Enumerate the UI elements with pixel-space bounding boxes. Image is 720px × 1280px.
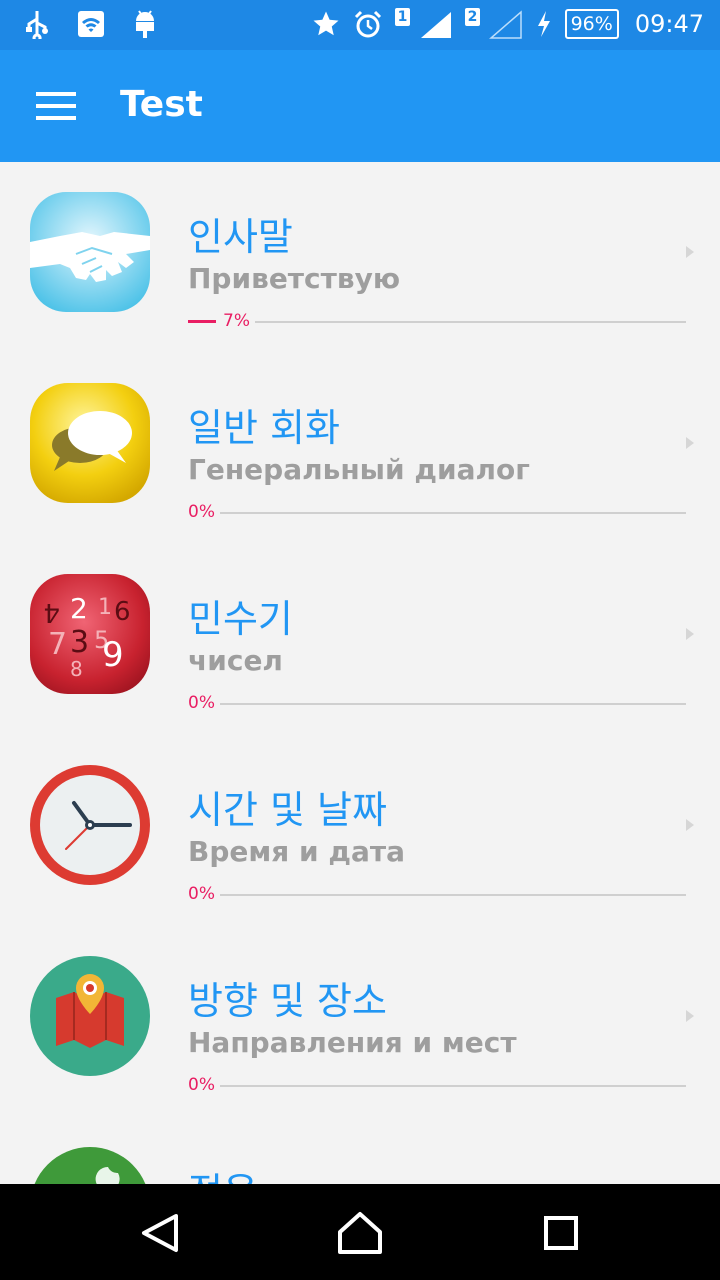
svg-text:8: 8	[70, 657, 83, 681]
list-item[interactable]: 4 2 1 6 7 3 5 9 8 민수기 чисел 0%	[0, 544, 720, 735]
recents-icon[interactable]	[530, 1208, 590, 1258]
svg-text:6: 6	[114, 597, 131, 627]
page-title: Test	[120, 84, 203, 125]
numbers-icon: 4 2 1 6 7 3 5 9 8	[30, 574, 150, 694]
svg-text:9: 9	[102, 635, 124, 675]
sim2-label: 2	[464, 8, 481, 26]
clock-icon	[30, 765, 150, 885]
chat-bubbles-icon	[30, 383, 150, 503]
home-icon[interactable]	[330, 1208, 390, 1258]
lesson-subtitle: Приветствую	[188, 262, 401, 295]
svg-text:2: 2	[70, 592, 88, 625]
svg-text:4: 4	[43, 597, 60, 627]
progress-track	[255, 321, 686, 323]
lesson-title: 정윤	[188, 1161, 258, 1184]
status-left-icons	[22, 8, 160, 40]
list-item[interactable]: 정윤	[0, 1117, 720, 1184]
charging-icon	[535, 8, 553, 40]
sim1-label: 1	[394, 8, 411, 26]
list-item[interactable]: 방향 및 장소 Направления и мест 0%	[0, 926, 720, 1117]
lesson-subtitle: Направления и мест	[188, 1026, 517, 1059]
alarm-icon	[353, 8, 383, 40]
lesson-title: 민수기	[188, 597, 293, 641]
progress-bar: 0%	[188, 1074, 686, 1096]
handshake-icon	[30, 192, 150, 312]
sim2-signal-icon: 2	[464, 8, 523, 40]
lesson-subtitle: Время и дата	[188, 835, 405, 868]
navigation-bar	[0, 1184, 720, 1280]
progress-track	[220, 1085, 686, 1087]
progress-fill	[188, 320, 216, 323]
battery-icon: 96%	[564, 9, 619, 39]
lesson-subtitle: чисел	[188, 644, 283, 677]
usb-icon	[22, 8, 52, 40]
chevron-right-icon	[686, 246, 694, 258]
chevron-right-icon	[686, 819, 694, 831]
progress-bar: 0%	[188, 692, 686, 714]
progress-label: 0%	[188, 693, 215, 713]
status-right-icons: 1 2 96% 09:47	[311, 8, 704, 40]
wifi-icon	[76, 8, 106, 40]
progress-label: 0%	[188, 884, 215, 904]
list-item[interactable]: 시간 및 날짜 Время и дата 0%	[0, 735, 720, 926]
list-item[interactable]: 일반 회화 Генеральный диалог 0%	[0, 353, 720, 544]
progress-label: 7%	[223, 311, 250, 331]
progress-track	[220, 894, 686, 896]
svg-text:7: 7	[48, 627, 67, 662]
lesson-title: 방향 및 장소	[188, 979, 387, 1023]
progress-label: 0%	[188, 1075, 215, 1095]
progress-bar: 0%	[188, 501, 686, 523]
progress-label: 0%	[188, 502, 215, 522]
progress-track	[220, 703, 686, 705]
lesson-title: 인사말	[188, 215, 293, 259]
lesson-title: 시간 및 날짜	[188, 788, 387, 832]
progress-bar: 0%	[188, 883, 686, 905]
svg-text:1: 1	[98, 595, 112, 620]
battery-level: 96%	[570, 13, 613, 35]
status-bar: 1 2 96% 09:47	[0, 0, 720, 50]
moon-icon	[30, 1147, 150, 1184]
back-icon[interactable]	[130, 1208, 190, 1258]
svg-text:3: 3	[70, 625, 89, 660]
star-icon	[311, 8, 341, 40]
chevron-right-icon	[686, 628, 694, 640]
lesson-list: 인사말 Приветствую 7% 일반 회화 Генеральный диа…	[0, 162, 720, 1184]
status-clock: 09:47	[634, 10, 704, 38]
lesson-subtitle: Генеральный диалог	[188, 453, 530, 486]
chevron-right-icon	[686, 1010, 694, 1022]
chevron-right-icon	[686, 437, 694, 449]
sim1-signal-icon: 1	[394, 8, 453, 40]
progress-track	[220, 512, 686, 514]
android-icon	[130, 8, 160, 40]
lesson-title: 일반 회화	[188, 406, 340, 450]
hamburger-menu-icon[interactable]	[30, 86, 82, 126]
list-item[interactable]: 인사말 Приветствую 7%	[0, 162, 720, 353]
map-pin-icon	[30, 956, 150, 1076]
app-bar: Test	[0, 50, 720, 162]
progress-bar: 7%	[188, 310, 686, 332]
